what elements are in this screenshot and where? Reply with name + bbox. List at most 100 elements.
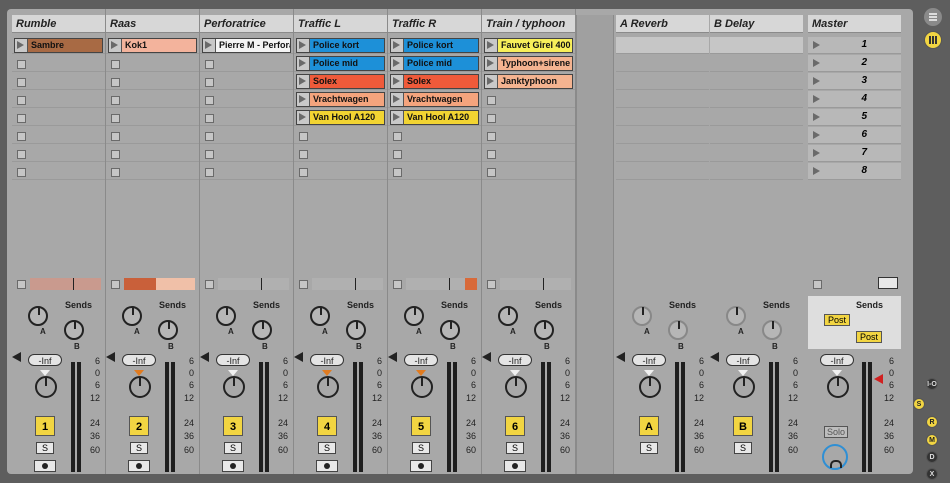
clip-slot[interactable]: Van Hool A120 — [388, 109, 481, 126]
track-activator[interactable]: 1 — [35, 416, 55, 436]
pan-knob[interactable] — [733, 376, 755, 398]
clip-slot[interactable]: Fauvet Girel 400 — [482, 37, 575, 54]
clip-play-icon[interactable] — [391, 75, 404, 88]
arm-button[interactable] — [316, 460, 338, 472]
clip-slot[interactable]: Van Hool A120 — [294, 109, 387, 126]
clip-stop-icon[interactable] — [487, 168, 496, 177]
pan-knob[interactable] — [35, 376, 57, 398]
pan-knob[interactable] — [639, 376, 661, 398]
volume-fader-handle[interactable] — [106, 352, 115, 362]
clip-slot[interactable]: Police mid — [388, 55, 481, 72]
clip[interactable]: Solex — [390, 74, 479, 89]
track-activator[interactable]: 2 — [129, 416, 149, 436]
track-activator[interactable]: 4 — [317, 416, 337, 436]
clip-slot[interactable] — [388, 127, 481, 144]
post-button[interactable]: Post — [856, 331, 882, 343]
scene-launch[interactable]: 4 — [808, 91, 901, 108]
send-b-knob[interactable] — [346, 320, 366, 340]
clip-stop-icon[interactable] — [205, 114, 214, 123]
volume-fader-handle[interactable] — [388, 352, 397, 362]
clip-stop-icon[interactable] — [205, 132, 214, 141]
toggle-d[interactable]: D — [926, 451, 938, 463]
clip[interactable]: Police mid — [390, 56, 479, 71]
solo-button[interactable]: S — [734, 442, 752, 454]
scene-launch[interactable]: 5 — [808, 109, 901, 126]
clip-play-icon[interactable] — [391, 93, 404, 106]
clip[interactable]: Solex — [296, 74, 385, 89]
clip-slot[interactable] — [12, 127, 105, 144]
arm-button[interactable] — [410, 460, 432, 472]
volume-readout[interactable]: -Inf — [632, 354, 666, 366]
volume-readout[interactable]: -Inf — [726, 354, 760, 366]
solo-button[interactable]: S — [36, 442, 54, 454]
clip-slot[interactable]: Typhoon+sirene — [482, 55, 575, 72]
clip-slot[interactable] — [482, 145, 575, 162]
volume-readout[interactable]: -Inf — [216, 354, 250, 366]
track-stop-icon[interactable] — [205, 280, 214, 289]
clip[interactable]: Police kort — [390, 38, 479, 53]
clip-stop-icon[interactable] — [299, 150, 308, 159]
volume-fader-handle[interactable] — [482, 352, 491, 362]
clip-slot[interactable] — [106, 91, 199, 108]
return-header[interactable]: A Reverb — [616, 15, 709, 33]
clip-play-icon[interactable] — [109, 39, 122, 52]
volume-readout[interactable]: -Inf — [310, 354, 344, 366]
clip-play-icon[interactable] — [297, 111, 310, 124]
pan-knob[interactable] — [129, 376, 151, 398]
clip-slot[interactable] — [482, 127, 575, 144]
clip-slot[interactable]: Kok1 — [106, 37, 199, 54]
volume-readout[interactable]: -Inf — [122, 354, 156, 366]
clip-slot[interactable] — [294, 145, 387, 162]
clip-slot[interactable] — [200, 73, 293, 90]
pan-knob[interactable] — [411, 376, 433, 398]
clip-stop-icon[interactable] — [205, 150, 214, 159]
clip-slot[interactable] — [106, 55, 199, 72]
scene-play-icon[interactable] — [813, 167, 820, 175]
master-volume-readout[interactable]: -Inf — [820, 354, 854, 366]
master-solo-button[interactable]: Solo — [824, 426, 848, 438]
scene-launch[interactable]: 6 — [808, 127, 901, 144]
scene-launch[interactable]: 8 — [808, 163, 901, 180]
menu-icon[interactable] — [924, 8, 942, 26]
solo-button[interactable]: S — [640, 442, 658, 454]
clip-slot[interactable] — [106, 127, 199, 144]
clip-slot[interactable]: Sambre — [12, 37, 105, 54]
clip-slot[interactable]: Vrachtwagen — [388, 91, 481, 108]
clip-stop-icon[interactable] — [17, 132, 26, 141]
volume-fader-handle[interactable] — [294, 352, 303, 362]
clip[interactable]: Typhoon+sirene — [484, 56, 573, 71]
toggle-r[interactable]: R — [926, 416, 938, 428]
clip-slot[interactable] — [200, 145, 293, 162]
scene-launch[interactable]: 3 — [808, 73, 901, 90]
clip-slot[interactable] — [200, 91, 293, 108]
track-activator[interactable]: 6 — [505, 416, 525, 436]
clip-slot[interactable] — [12, 91, 105, 108]
clip-stop-icon[interactable] — [17, 96, 26, 105]
clip-play-icon[interactable] — [203, 39, 216, 52]
send-a-knob[interactable] — [122, 306, 142, 326]
volume-fader-handle[interactable] — [710, 352, 719, 362]
clip[interactable]: Police kort — [296, 38, 385, 53]
clip-slot[interactable] — [200, 163, 293, 180]
pan-knob[interactable] — [223, 376, 245, 398]
clip-play-icon[interactable] — [485, 75, 498, 88]
clip-stop-icon[interactable] — [111, 150, 120, 159]
pan-knob[interactable] — [505, 376, 527, 398]
send-b-knob[interactable] — [252, 320, 272, 340]
send-b-knob[interactable] — [534, 320, 554, 340]
volume-readout[interactable]: -Inf — [28, 354, 62, 366]
clip-stop-icon[interactable] — [487, 96, 496, 105]
clip-slot[interactable] — [200, 127, 293, 144]
track-activator[interactable]: 3 — [223, 416, 243, 436]
master-header[interactable]: Master — [808, 15, 901, 33]
clip[interactable]: Kok1 — [108, 38, 197, 53]
send-b-knob[interactable] — [440, 320, 460, 340]
clip-stop-icon[interactable] — [487, 150, 496, 159]
send-a-knob[interactable] — [216, 306, 236, 326]
clip-stop-icon[interactable] — [111, 114, 120, 123]
clip-slot[interactable] — [388, 163, 481, 180]
clip-play-icon[interactable] — [391, 39, 404, 52]
send-b-knob[interactable] — [668, 320, 688, 340]
arm-button[interactable] — [222, 460, 244, 472]
clip-slot[interactable] — [294, 127, 387, 144]
